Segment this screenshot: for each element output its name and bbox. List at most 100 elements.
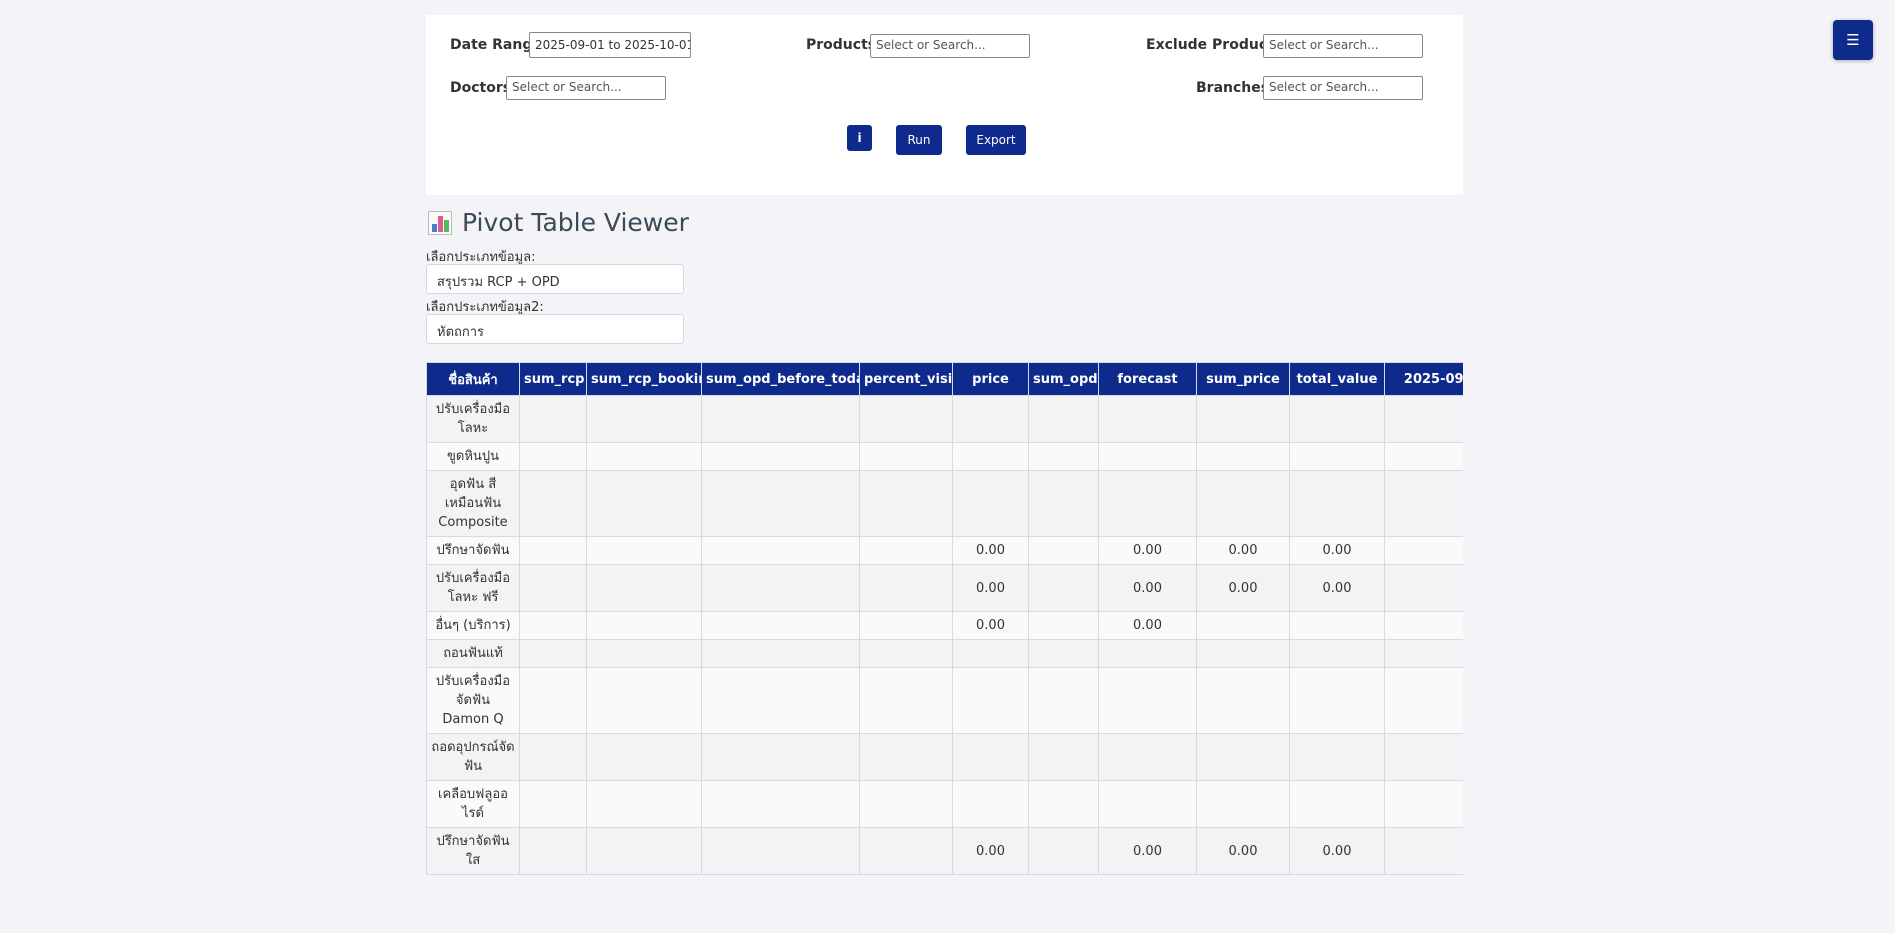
- column-header[interactable]: ชื่อสินค้า: [426, 362, 520, 396]
- table-cell: 0.00: [952, 564, 1029, 612]
- table-cell: [1098, 667, 1197, 734]
- export-button[interactable]: Export: [966, 125, 1026, 155]
- page-title: Pivot Table Viewer: [428, 208, 689, 237]
- table-cell: [859, 667, 953, 734]
- table-cell: [1028, 470, 1099, 537]
- data-type2-select[interactable]: หัตถการ: [426, 314, 684, 344]
- table-cell: 0.00: [952, 611, 1029, 640]
- pivot-table: ชื่อสินค้า sum_rcp sum_rcp_bookin sum_opd_b…: [426, 362, 1463, 875]
- table-cell: [1028, 780, 1099, 828]
- table-cell: [952, 442, 1029, 471]
- table-cell: [586, 395, 702, 443]
- page-title-text: Pivot Table Viewer: [462, 208, 689, 237]
- column-header[interactable]: sum_opd_before_today: [701, 362, 860, 396]
- table-cell: [1289, 470, 1385, 537]
- table-cell: [1289, 780, 1385, 828]
- table-row: ปรับเครื่องมือโลหะ ฟรี 0.00 0.00 0.00 0.00: [426, 564, 1463, 612]
- table-cell: [1384, 611, 1463, 640]
- table-cell: [519, 536, 587, 565]
- table-cell: [519, 611, 587, 640]
- table-cell: [1289, 611, 1385, 640]
- table-cell: [1196, 667, 1290, 734]
- table-cell: [1028, 639, 1099, 668]
- product-name-cell: ปรับเครื่องมือโลหะ ฟรี: [426, 564, 520, 612]
- filter-panel: Date Range: 2025-09-01 to 2025-10-01 Pro…: [426, 15, 1463, 195]
- table-row: อื่นๆ (บริการ) 0.00 0.00: [426, 611, 1463, 640]
- column-header[interactable]: total_value: [1289, 362, 1385, 396]
- table-cell: [519, 780, 587, 828]
- table-cell: [952, 639, 1029, 668]
- menu-icon[interactable]: ☰: [1833, 20, 1873, 60]
- table-cell: 0.00: [1098, 536, 1197, 565]
- column-header[interactable]: 2025-09-01: [1384, 362, 1463, 396]
- exclude-products-select[interactable]: Select or Search...: [1263, 34, 1423, 58]
- table-cell: [1289, 639, 1385, 668]
- product-name-cell: ถอนฟันแท้: [426, 639, 520, 668]
- table-row: ปรึกษาจัดฟัน 0.00 0.00 0.00 0.00: [426, 536, 1463, 565]
- table-cell: [859, 536, 953, 565]
- table-cell: [519, 733, 587, 781]
- table-cell: 0.00: [952, 536, 1029, 565]
- info-button[interactable]: i: [847, 125, 872, 151]
- table-cell: [1028, 611, 1099, 640]
- column-header[interactable]: price: [952, 362, 1029, 396]
- data-type-select[interactable]: สรุปรวม RCP + OPD: [426, 264, 684, 294]
- table-row: ถอนฟันแท้: [426, 639, 1463, 668]
- table-cell: [1384, 733, 1463, 781]
- column-header[interactable]: sum_rcp: [519, 362, 587, 396]
- table-cell: [586, 611, 702, 640]
- table-cell: [952, 667, 1029, 734]
- column-header[interactable]: sum_rcp_bookin: [586, 362, 702, 396]
- table-cell: [859, 780, 953, 828]
- table-cell: [1196, 733, 1290, 781]
- table-row: เคลือบฟลูออไรด์: [426, 780, 1463, 828]
- table-cell: [1384, 780, 1463, 828]
- table-cell: [1196, 639, 1290, 668]
- table-cell: [859, 564, 953, 612]
- table-row: ถอดอุปกรณ์จัดฟัน: [426, 733, 1463, 781]
- column-header[interactable]: sum_opd: [1028, 362, 1099, 396]
- table-cell: [1196, 442, 1290, 471]
- table-cell: [1098, 470, 1197, 537]
- table-cell: [1384, 395, 1463, 443]
- table-cell: [1028, 536, 1099, 565]
- table-header-row: ชื่อสินค้า sum_rcp sum_rcp_bookin sum_opd_b…: [426, 362, 1463, 396]
- product-name-cell: ขูดหินปูน: [426, 442, 520, 471]
- table-cell: [1098, 442, 1197, 471]
- run-button[interactable]: Run: [896, 125, 942, 155]
- table-cell: [859, 827, 953, 875]
- table-cell: 0.00: [1196, 564, 1290, 612]
- product-name-cell: อื่นๆ (บริการ): [426, 611, 520, 640]
- table-cell: [701, 733, 860, 781]
- branches-select[interactable]: Select or Search...: [1263, 76, 1423, 100]
- column-header[interactable]: forecast: [1098, 362, 1197, 396]
- table-cell: [1384, 639, 1463, 668]
- table-cell: 0.00: [1289, 564, 1385, 612]
- table-cell: [859, 470, 953, 537]
- doctors-select[interactable]: Select or Search...: [506, 76, 666, 100]
- table-cell: [859, 639, 953, 668]
- table-cell: 0.00: [952, 827, 1029, 875]
- table-cell: [1289, 442, 1385, 471]
- table-cell: [859, 733, 953, 781]
- column-header[interactable]: percent_visit: [859, 362, 953, 396]
- table-cell: [1289, 733, 1385, 781]
- table-cell: [859, 395, 953, 443]
- table-cell: [701, 442, 860, 471]
- column-header[interactable]: sum_price: [1196, 362, 1290, 396]
- table-cell: [701, 470, 860, 537]
- table-cell: [1384, 827, 1463, 875]
- products-select[interactable]: Select or Search...: [870, 34, 1030, 58]
- table-row: ปรับเครื่องมือโลหะ: [426, 395, 1463, 443]
- table-cell: [1098, 780, 1197, 828]
- table-cell: [701, 827, 860, 875]
- table-cell: [952, 395, 1029, 443]
- table-row: ขูดหินปูน: [426, 442, 1463, 471]
- table-cell: 0.00: [1098, 564, 1197, 612]
- date-range-input[interactable]: 2025-09-01 to 2025-10-01: [529, 32, 691, 58]
- table-cell: [701, 564, 860, 612]
- product-name-cell: ปรึกษาจัดฟันใส: [426, 827, 520, 875]
- table-cell: [519, 470, 587, 537]
- pivot-table-container[interactable]: ชื่อสินค้า sum_rcp sum_rcp_bookin sum_opd_b…: [426, 362, 1463, 933]
- table-cell: [1196, 611, 1290, 640]
